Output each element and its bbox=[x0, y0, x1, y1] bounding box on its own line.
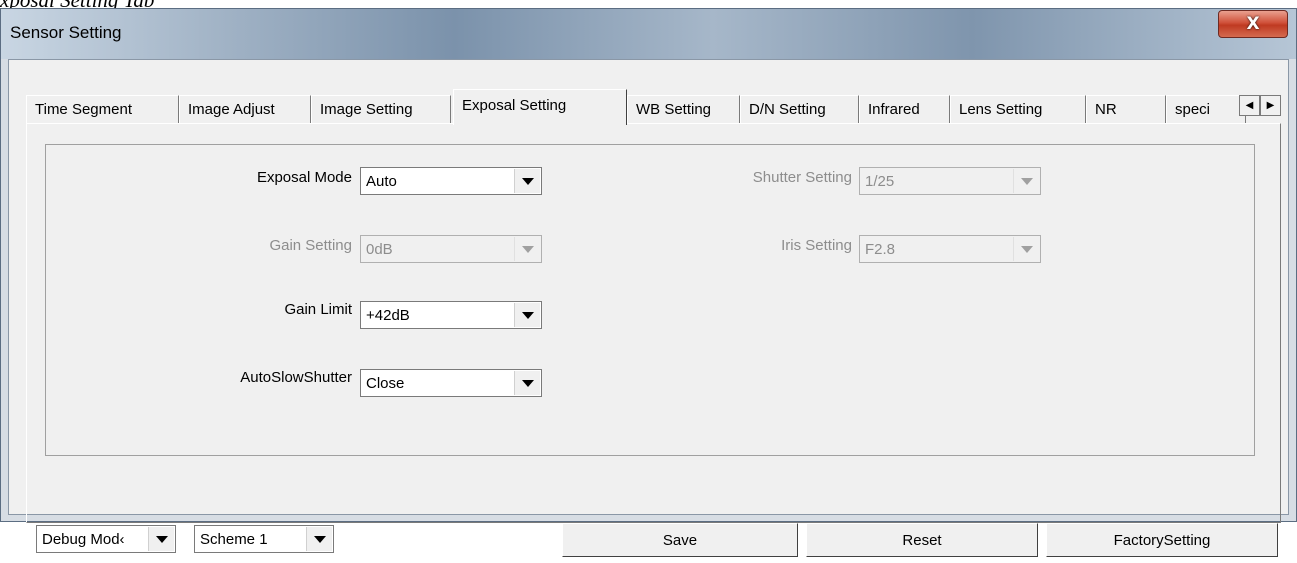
auto-slow-shutter-value: Close bbox=[366, 375, 405, 392]
chevron-down-icon[interactable] bbox=[148, 527, 174, 551]
title-bar[interactable]: Sensor Setting X bbox=[1, 9, 1296, 59]
tab-image-setting[interactable]: Image Setting bbox=[311, 95, 451, 123]
tab-special[interactable]: speci bbox=[1166, 95, 1246, 123]
auto-slow-shutter-label: AutoSlowShutter bbox=[240, 369, 352, 386]
tab-wb-setting[interactable]: WB Setting bbox=[627, 95, 740, 123]
gain-setting-value: 0dB bbox=[366, 241, 393, 258]
tab-image-adjust[interactable]: Image Adjust bbox=[179, 95, 311, 123]
dialog-client-area: Time Segment Image Adjust Image Setting … bbox=[8, 59, 1289, 557]
reset-button[interactable]: Reset bbox=[806, 523, 1038, 557]
debug-mode-value: Debug Mod‹ bbox=[42, 531, 125, 548]
gain-setting-select[interactable]: 0dB bbox=[360, 235, 542, 263]
iris-setting-value: F2.8 bbox=[865, 241, 896, 258]
chevron-down-icon[interactable] bbox=[514, 169, 540, 193]
chevron-down-icon[interactable] bbox=[306, 527, 332, 551]
tab-exposal-setting[interactable]: Exposal Setting bbox=[453, 89, 627, 125]
close-icon: X bbox=[1246, 14, 1260, 34]
iris-setting-select[interactable]: F2.8 bbox=[859, 235, 1041, 263]
gain-limit-select[interactable]: +42dB bbox=[360, 301, 542, 329]
tab-nr[interactable]: NR bbox=[1086, 95, 1166, 123]
tab-time-segment[interactable]: Time Segment bbox=[26, 95, 179, 123]
exposal-mode-label: Exposal Mode bbox=[256, 169, 352, 186]
chevron-down-icon[interactable] bbox=[514, 237, 540, 261]
exposal-mode-value: Auto bbox=[366, 173, 397, 190]
chevron-down-icon[interactable] bbox=[1013, 169, 1039, 193]
gain-limit-label: Gain Limit bbox=[284, 301, 352, 318]
tab-scroll-arrows: ◀ ▶ bbox=[1239, 95, 1281, 116]
chevron-down-icon[interactable] bbox=[514, 371, 540, 395]
iris-setting-label: Iris Setting bbox=[781, 237, 852, 254]
triangle-left-icon[interactable]: ◀ bbox=[1239, 95, 1260, 116]
gain-limit-value: +42dB bbox=[366, 307, 410, 324]
auto-slow-shutter-select[interactable]: Close bbox=[360, 369, 542, 397]
sensor-setting-window: Sensor Setting X Time Segment Image Adju… bbox=[0, 8, 1297, 557]
tab-infrared[interactable]: Infrared bbox=[859, 95, 950, 123]
exposal-settings-group: Exposal Mode Auto Gain Setting 0dB Gain … bbox=[45, 144, 1255, 456]
save-button[interactable]: Save bbox=[562, 523, 798, 557]
scheme-value: Scheme 1 bbox=[200, 531, 268, 548]
shutter-setting-label: Shutter Setting bbox=[752, 169, 852, 186]
triangle-right-icon[interactable]: ▶ bbox=[1260, 95, 1281, 116]
shutter-setting-select[interactable]: 1/25 bbox=[859, 167, 1041, 195]
exposal-mode-select[interactable]: Auto bbox=[360, 167, 542, 195]
exposal-setting-panel: Exposal Mode Auto Gain Setting 0dB Gain … bbox=[26, 123, 1281, 523]
tab-dn-setting[interactable]: D/N Setting bbox=[740, 95, 859, 123]
gain-setting-label: Gain Setting bbox=[269, 237, 352, 254]
chevron-down-icon[interactable] bbox=[1013, 237, 1039, 261]
close-button[interactable]: X bbox=[1218, 10, 1288, 38]
debug-mode-select[interactable]: Debug Mod‹ bbox=[36, 525, 176, 553]
factory-setting-button[interactable]: FactorySetting bbox=[1046, 523, 1278, 557]
scheme-select[interactable]: Scheme 1 bbox=[194, 525, 334, 553]
shutter-setting-value: 1/25 bbox=[865, 173, 895, 190]
tab-strip: Time Segment Image Adjust Image Setting … bbox=[26, 89, 1281, 125]
window-title: Sensor Setting bbox=[10, 23, 122, 42]
chevron-down-icon[interactable] bbox=[514, 303, 540, 327]
bottom-toolbar: Debug Mod‹ Scheme 1 Save Reset FactorySe… bbox=[9, 523, 1290, 563]
tab-lens-setting[interactable]: Lens Setting bbox=[950, 95, 1086, 123]
